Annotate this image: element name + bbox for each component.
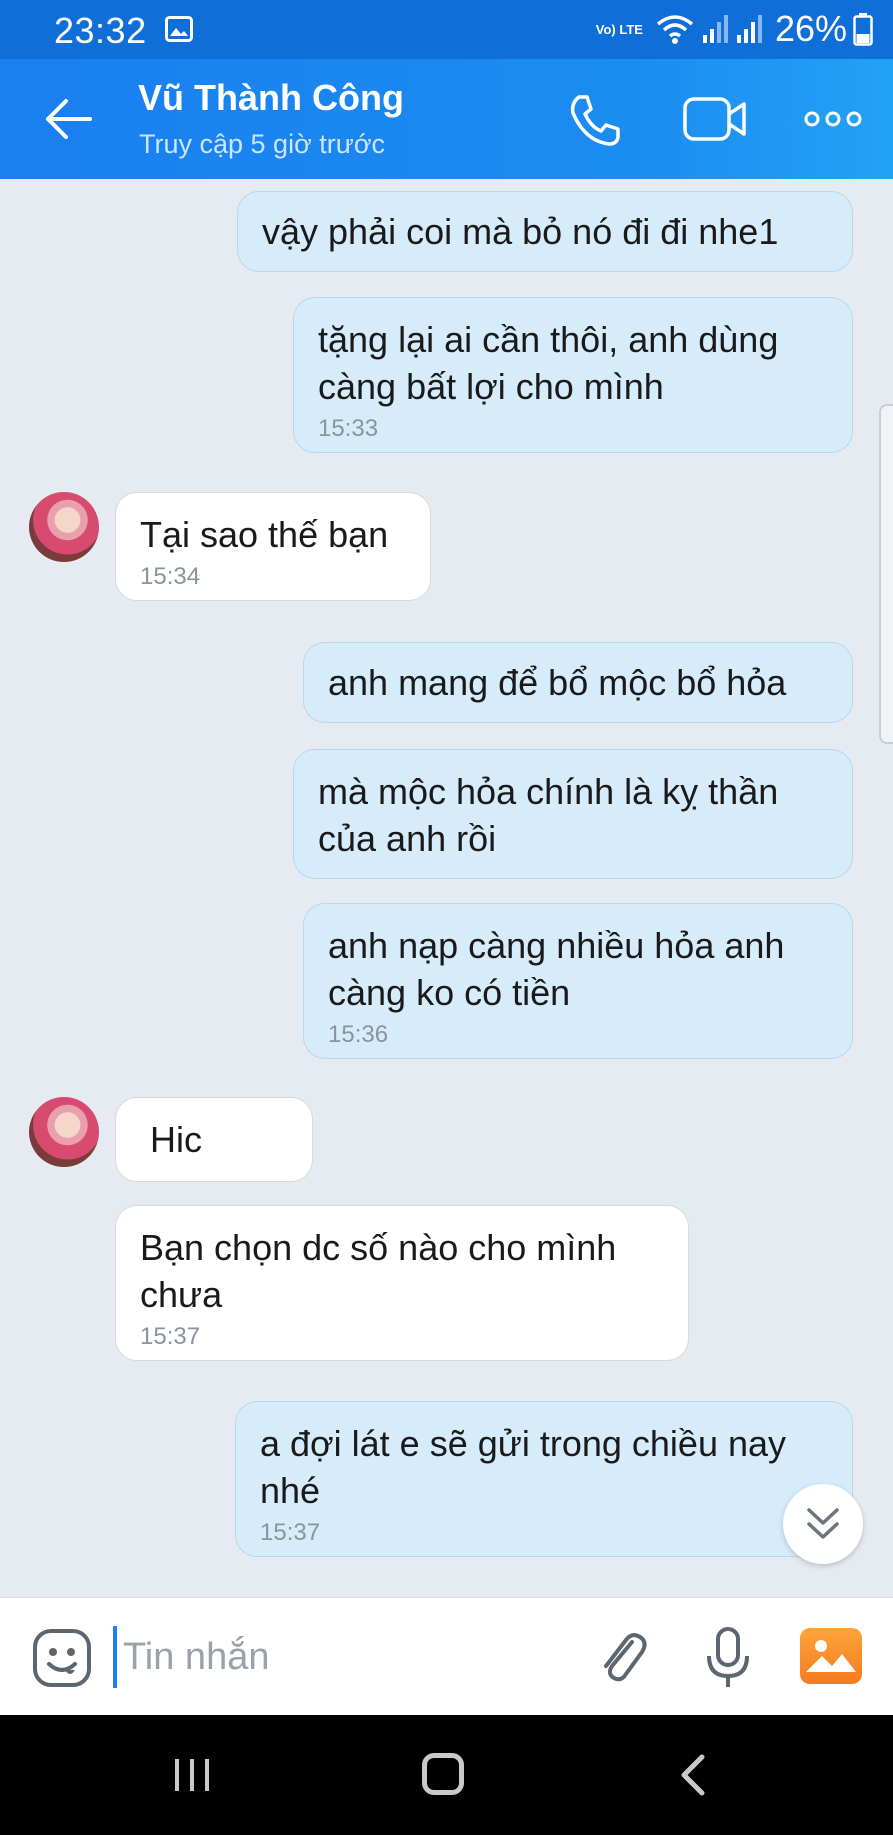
message-bubble-incoming[interactable]: Hic	[115, 1097, 313, 1182]
network-label: Vo) LTE	[595, 21, 643, 37]
message-bubble-outgoing[interactable]: anh mang để bổ mộc bổ hỏa	[303, 642, 853, 723]
image-icon	[165, 16, 193, 42]
gallery-icon	[806, 1640, 856, 1672]
message-text: Hic	[150, 1119, 202, 1160]
scroll-to-bottom-button[interactable]	[783, 1484, 863, 1564]
message-time: 15:36	[328, 1021, 389, 1048]
message-text: Tại sao thế bạn	[140, 514, 389, 555]
system-nav-bar	[0, 1715, 893, 1835]
chat-header: Vũ Thành Công Truy cập 5 giờ trước	[0, 59, 893, 179]
status-time: 23:32	[54, 10, 147, 51]
back-icon[interactable]	[676, 1753, 710, 1797]
message-bubble-outgoing[interactable]: a đợi lát e sẽ gửi trong chiều nay nhé 1…	[235, 1401, 853, 1557]
chevron-double-down-icon	[807, 1508, 839, 1539]
message-time: 15:37	[260, 1519, 321, 1546]
paperclip-icon[interactable]	[594, 1628, 650, 1688]
battery-icon	[853, 13, 873, 46]
contact-name[interactable]: Vũ Thành Công	[138, 77, 404, 119]
message-list[interactable]: vậy phải coi mà bỏ nó đi đi nhe1 tặng lạ…	[0, 179, 893, 1597]
message-time: 15:37	[140, 1323, 201, 1350]
status-indicators: Vo) LTE 26%	[596, 8, 873, 50]
video-camera-icon[interactable]	[683, 94, 747, 144]
wifi-icon	[656, 15, 694, 44]
composer-bar	[0, 1597, 893, 1715]
message-bubble-incoming[interactable]: Bạn chọn dc số nào cho mình chưa 15:37	[115, 1205, 689, 1361]
message-text: Bạn chọn dc số nào cho mình chưa	[140, 1227, 617, 1315]
signal-icon	[736, 15, 762, 43]
last-seen-status: Truy cập 5 giờ trước	[139, 129, 386, 159]
message-bubble-outgoing[interactable]: mà mộc hỏa chính là kỵ thần của anh rồi	[293, 749, 853, 879]
recent-apps-icon[interactable]	[172, 1755, 212, 1795]
battery-percent: 26%	[774, 8, 847, 49]
avatar[interactable]	[29, 1097, 99, 1167]
message-text: vậy phải coi mà bỏ nó đi đi nhe1	[262, 211, 779, 252]
message-bubble-outgoing[interactable]: tặng lại ai cần thôi, anh dùng càng bất …	[293, 297, 853, 453]
microphone-icon[interactable]	[704, 1626, 752, 1690]
more-dots-icon[interactable]	[803, 109, 863, 129]
gallery-button[interactable]	[800, 1628, 862, 1684]
phone-icon[interactable]	[565, 91, 623, 149]
message-text: anh mang để bổ mộc bổ hỏa	[328, 662, 787, 703]
signal-icon	[702, 15, 728, 43]
message-input[interactable]	[113, 1626, 573, 1688]
back-arrow-icon[interactable]	[40, 89, 100, 149]
scrollbar[interactable]	[879, 404, 893, 744]
message-time: 15:33	[318, 415, 379, 442]
message-bubble-incoming[interactable]: Tại sao thế bạn 15:34	[115, 492, 431, 601]
message-bubble-outgoing[interactable]: anh nạp càng nhiều hỏa anh càng ko có ti…	[303, 903, 853, 1059]
message-bubble-outgoing[interactable]: vậy phải coi mà bỏ nó đi đi nhe1	[237, 191, 853, 272]
message-text: a đợi lát e sẽ gửi trong chiều nay nhé	[260, 1423, 787, 1511]
message-text: anh nạp càng nhiều hỏa anh càng ko có ti…	[328, 925, 785, 1013]
message-text: tặng lại ai cần thôi, anh dùng càng bất …	[318, 319, 779, 407]
avatar[interactable]	[29, 492, 99, 562]
home-icon[interactable]	[422, 1753, 464, 1795]
message-time: 15:34	[140, 563, 201, 590]
message-text: mà mộc hỏa chính là kỵ thần của anh rồi	[318, 771, 779, 859]
emoji-icon[interactable]	[32, 1628, 92, 1688]
status-bar: 23:32 Vo) LTE 26%	[0, 0, 893, 59]
